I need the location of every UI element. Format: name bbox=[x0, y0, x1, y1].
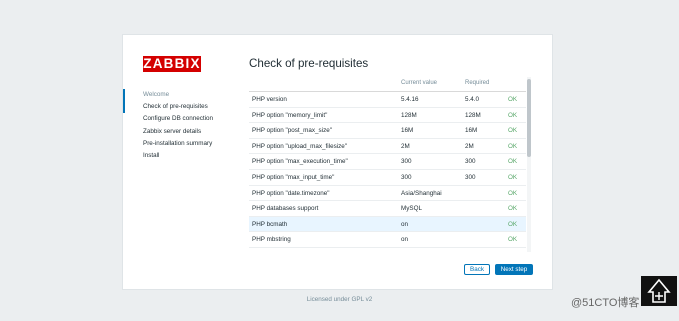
step-check-prerequisites: Check of pre-requisites bbox=[123, 89, 243, 114]
status-ok: OK bbox=[508, 173, 518, 181]
table-body: PHP version 5.4.16 5.4.0 OK PHP option "memo… bbox=[249, 91, 526, 252]
table-row: PHP option "max_input_time" 300 300 OK bbox=[249, 168, 526, 185]
requirement-name: PHP option "mbstring.func_overload" bbox=[252, 249, 355, 253]
status-ok: OK bbox=[508, 205, 518, 213]
header-required: Required bbox=[465, 80, 490, 86]
zabbix-logo: ZABBIX bbox=[143, 56, 201, 72]
requirement-name: PHP version bbox=[252, 96, 287, 103]
current-value: 300 bbox=[401, 173, 412, 181]
status-ok: OK bbox=[508, 142, 518, 150]
status-ok: OK bbox=[508, 236, 518, 244]
required-value: 300 bbox=[465, 158, 476, 166]
current-value: 16M bbox=[401, 127, 414, 135]
current-value: on bbox=[401, 236, 409, 244]
table-row: PHP option "date.timezone" Asia/Shanghai O… bbox=[249, 184, 526, 201]
requirement-name: PHP option "max_execution_time" bbox=[252, 158, 348, 166]
required-value: 16M bbox=[465, 127, 478, 135]
setup-steps: Welcome Check of pre-requisites Configur… bbox=[123, 89, 243, 162]
required-value: 5.4.0 bbox=[465, 96, 480, 103]
step-server-details: Zabbix server details bbox=[143, 127, 202, 135]
current-value: Asia/Shanghai bbox=[401, 189, 442, 197]
table-row: PHP bcmath on OK bbox=[249, 215, 526, 232]
requirement-name: PHP option "post_max_size" bbox=[252, 127, 332, 135]
step-preinstall-summary: Pre-installation summary bbox=[143, 139, 213, 147]
table-row: PHP mbstring on OK bbox=[249, 231, 526, 247]
setup-card: ZABBIX Welcome Check of pre-requisites C… bbox=[122, 34, 553, 290]
current-value: 128M bbox=[401, 111, 417, 119]
watermark-logo bbox=[641, 276, 677, 306]
prerequisites-table: Current value Required PHP version 5.4.16… bbox=[249, 77, 526, 252]
table-row: PHP databases support MySQL OK bbox=[249, 200, 526, 216]
current-value: on bbox=[401, 220, 409, 228]
status-ok: OK bbox=[508, 189, 518, 197]
status-ok: OK bbox=[508, 158, 518, 166]
status-ok: OK bbox=[508, 249, 517, 253]
requirement-name: PHP databases support bbox=[252, 205, 319, 213]
table-header: Current value Required bbox=[249, 77, 526, 91]
back-button[interactable]: Back bbox=[464, 264, 490, 275]
step-welcome: Welcome bbox=[143, 91, 170, 98]
table-row: PHP option "post_max_size" 16M 16M OK bbox=[249, 122, 526, 138]
current-value: 300 bbox=[401, 158, 412, 166]
next-step-button[interactable]: Next step bbox=[495, 264, 533, 275]
step-install: Install bbox=[143, 152, 160, 160]
status-ok: OK bbox=[508, 127, 518, 135]
page-title: Check of pre-requisites bbox=[249, 57, 369, 70]
table-row: PHP option "mbstring.func_overload" off of… bbox=[249, 246, 526, 253]
table-row: PHP option "max_execution_time" 300 300 OK bbox=[249, 153, 526, 169]
header-current-value: Current value bbox=[401, 80, 438, 86]
table-row: PHP option "memory_limit" 128M 128M OK bbox=[249, 106, 526, 123]
scrollbar-thumb[interactable] bbox=[527, 79, 531, 157]
required-value: 128M bbox=[465, 111, 481, 119]
status-ok: OK bbox=[508, 96, 518, 103]
required-value: 300 bbox=[465, 173, 476, 181]
required-value: off bbox=[465, 249, 472, 253]
requirement-name: PHP option "max_input_time" bbox=[252, 173, 335, 181]
table-row: PHP option "upload_max_filesize" 2M 2M OK bbox=[249, 137, 526, 154]
table-scrollbar[interactable] bbox=[527, 77, 531, 252]
status-ok: OK bbox=[508, 220, 518, 228]
requirement-name: PHP mbstring bbox=[252, 236, 291, 244]
table-row: PHP version 5.4.16 5.4.0 OK bbox=[249, 91, 526, 107]
requirement-name: PHP option "memory_limit" bbox=[252, 111, 328, 119]
current-value: 2M bbox=[401, 142, 410, 150]
status-ok: OK bbox=[508, 111, 518, 119]
current-value: off bbox=[401, 249, 408, 253]
requirement-name: PHP option "upload_max_filesize" bbox=[252, 142, 348, 150]
required-value: 2M bbox=[465, 142, 474, 150]
step-configure-db: Configure DB connection bbox=[143, 115, 214, 123]
current-value: MySQL bbox=[401, 205, 422, 213]
requirement-name: PHP bcmath bbox=[252, 220, 288, 228]
current-value: 5.4.16 bbox=[401, 96, 419, 103]
watermark-text: @51CTO博客 bbox=[571, 297, 640, 309]
requirement-name: PHP option "date.timezone" bbox=[252, 189, 330, 197]
